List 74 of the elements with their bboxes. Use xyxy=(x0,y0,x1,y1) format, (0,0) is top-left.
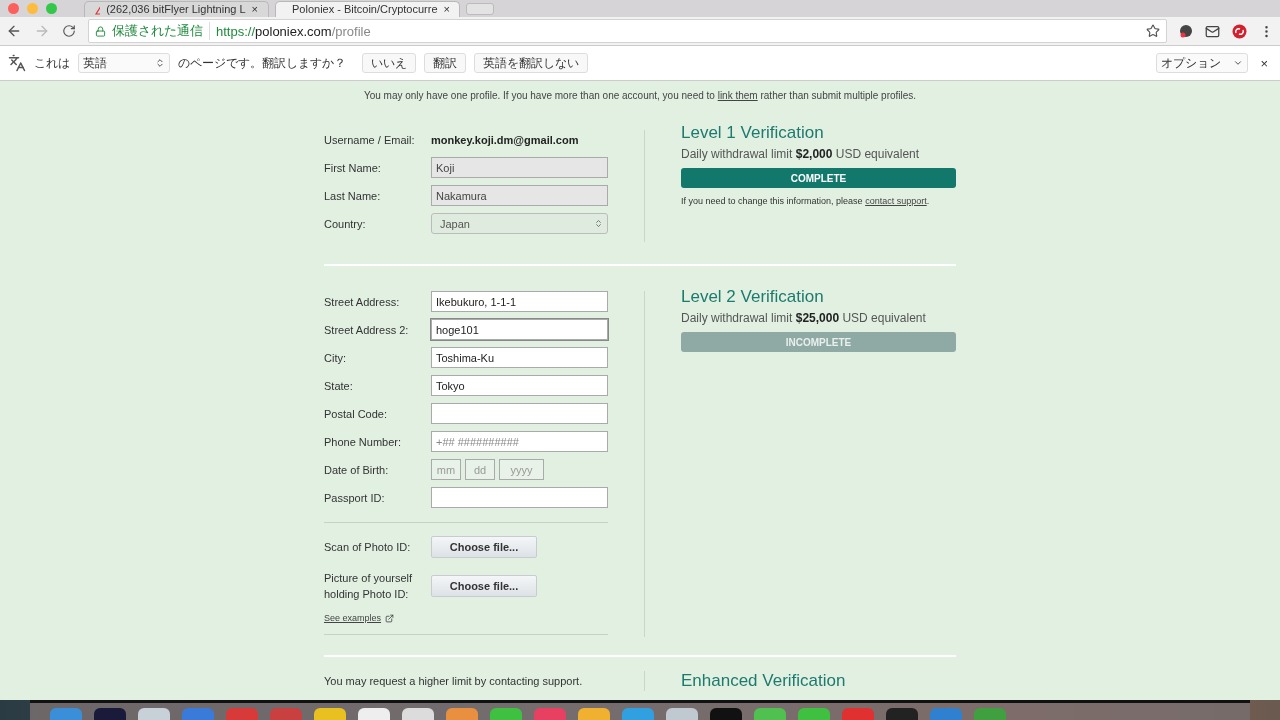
date-field[interactable]: dd xyxy=(465,459,495,480)
browser-tab[interactable]: (262,036 bitFlyer Lightning L × xyxy=(84,1,269,17)
translate-prompt: のページです。翻訳しますか？ xyxy=(178,54,346,72)
field-label: Username / Email: xyxy=(324,134,416,146)
window-minimize-button[interactable] xyxy=(27,3,38,14)
date-field[interactable]: mm xyxy=(431,459,461,480)
translate-button[interactable]: いいえ xyxy=(362,53,416,73)
close-button[interactable]: × xyxy=(1256,53,1272,73)
field-label: Last Name: xyxy=(324,189,382,202)
window-zoom-button[interactable] xyxy=(46,3,57,14)
browser-tab[interactable]: Poloniex - Bitcoin/Cryptocurre × xyxy=(275,1,460,17)
field-label: Postal Code: xyxy=(324,407,388,420)
date-field[interactable]: yyyy xyxy=(499,459,544,480)
input-field[interactable]: Ikebukuro, 1-1-1 xyxy=(431,291,608,312)
field-label: Passport ID: xyxy=(324,491,386,504)
input-field[interactable]: hoge101 xyxy=(431,319,608,340)
field-label: Street Address 2: xyxy=(324,323,410,336)
choose-file-button[interactable]: Choose file... xyxy=(431,575,537,597)
profile-notice: You may only have one profile. If you have more than one account, you need to link them rather than submit multiple profiles. xyxy=(363,90,917,101)
withdrawal-limit: Daily withdrawal limit $2,000 USD equivalent xyxy=(681,147,921,161)
input-field[interactable]: Toshima-Ku xyxy=(431,347,608,368)
back-icon[interactable] xyxy=(6,23,22,39)
status-bar: INCOMPLETE xyxy=(681,332,956,352)
translate-button[interactable]: 翻訳 xyxy=(424,53,466,73)
input-field[interactable]: Nakamura xyxy=(431,185,608,206)
extension-icon[interactable] xyxy=(1232,23,1247,39)
select-arrows-icon xyxy=(155,58,165,68)
input-field[interactable] xyxy=(431,403,608,424)
input-field[interactable]: +## ########## xyxy=(431,431,608,452)
section-title: Enhanced Verification xyxy=(681,671,847,691)
external-link-icon xyxy=(385,613,395,623)
secure-label: 保護された通信 xyxy=(112,22,210,40)
field-label: Scan of Photo ID: xyxy=(324,540,412,555)
field-value: monkey.koji.dm@gmail.com xyxy=(431,134,580,146)
input-field[interactable]: Tokyo xyxy=(431,375,608,396)
status-bar: COMPLETE xyxy=(681,168,956,188)
withdrawal-limit: Daily withdrawal limit $25,000 USD equivalent xyxy=(681,311,927,325)
language-select[interactable]: 英語 xyxy=(78,53,170,73)
new-tab-button[interactable] xyxy=(466,3,494,15)
section-title: Level 1 Verification xyxy=(681,123,825,143)
address-bar[interactable]: 保護された通信 https://poloniex.com/profile xyxy=(88,19,1167,43)
input-field[interactable]: Koji xyxy=(431,157,608,178)
change-info-note: If you need to change this information, please contact support. xyxy=(681,195,931,208)
translate-prompt: これは xyxy=(34,54,70,72)
field-label: State: xyxy=(324,379,354,392)
url-text: https://poloniex.com/profile xyxy=(216,23,372,39)
star-icon[interactable] xyxy=(1146,24,1160,38)
lock-icon xyxy=(95,25,106,37)
choose-file-button[interactable]: Choose file... xyxy=(431,536,537,558)
field-label: First Name: xyxy=(324,161,382,174)
input-field[interactable] xyxy=(431,487,608,508)
link[interactable]: contact support xyxy=(865,196,927,206)
link[interactable]: link them xyxy=(717,90,758,101)
window-close-button[interactable] xyxy=(8,3,19,14)
mail-icon[interactable] xyxy=(1205,23,1220,39)
field-label: Picture of yourself holding Photo ID: xyxy=(324,571,414,602)
tab-close-button[interactable]: × xyxy=(443,3,450,16)
translate-button[interactable]: 英語を翻訳しない xyxy=(474,53,588,73)
country-select[interactable]: Japan xyxy=(431,213,608,234)
field-label: Country: xyxy=(324,217,367,230)
field-label: Street Address: xyxy=(324,295,401,308)
forward-icon[interactable] xyxy=(34,23,50,39)
field-label: Date of Birth: xyxy=(324,463,390,476)
translate-icon xyxy=(8,54,26,72)
chevron-icon xyxy=(1233,58,1244,68)
select-arrows-icon xyxy=(594,219,603,228)
field-label: Phone Number: xyxy=(324,435,403,448)
options-select[interactable]: オプション xyxy=(1156,53,1249,73)
field-label: City: xyxy=(324,351,347,364)
link[interactable]: See examples xyxy=(324,613,382,623)
reload-icon[interactable] xyxy=(62,24,76,38)
enhanced-note: You may request a higher limit by contacting support. xyxy=(324,674,584,689)
tab-close-button[interactable]: × xyxy=(251,3,258,16)
section-title: Level 2 Verification xyxy=(681,287,825,307)
